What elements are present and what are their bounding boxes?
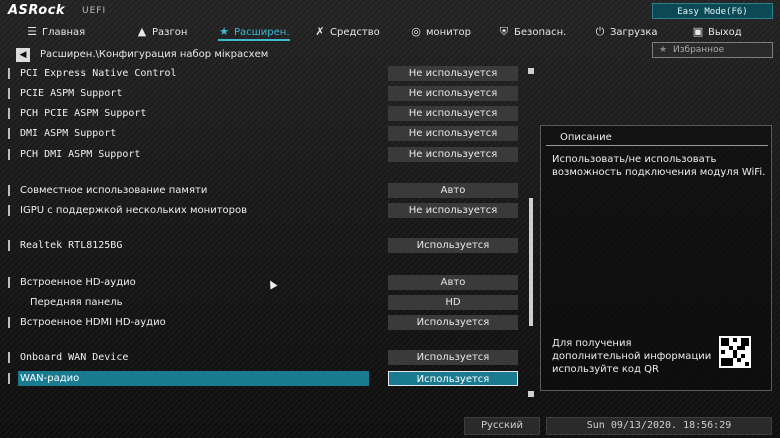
setting-onboard-hdmi-audio[interactable]: Встроенное HDMI HD-аудио Используется bbox=[8, 315, 520, 330]
setting-onboard-wan-device[interactable]: Onboard WAN Device Используется bbox=[8, 350, 520, 365]
tab-advanced[interactable]: ★ Расширен. bbox=[218, 22, 290, 41]
tab-security[interactable]: ⛨ Безопасн. bbox=[498, 22, 566, 41]
setting-value[interactable]: Не используется bbox=[388, 66, 518, 81]
flame-icon: ▲ bbox=[137, 25, 147, 38]
setting-label: Встроенное HDMI HD-аудио bbox=[20, 317, 166, 328]
setting-label: Встроенное HD-аудио bbox=[20, 277, 136, 288]
star-icon: ★ bbox=[219, 25, 229, 38]
description-text: Использовать/не использовать возможность… bbox=[552, 154, 766, 178]
setting-pch-dmi-aspm[interactable]: PCH DMI ASPM Support Не используется bbox=[8, 147, 520, 162]
language-button[interactable]: Русский bbox=[464, 417, 540, 435]
setting-pcie-native-control[interactable]: PCI Express Native Control Не использует… bbox=[8, 66, 520, 81]
setting-value[interactable]: Не используется bbox=[388, 106, 518, 121]
qr-hint-text: Для получения дополнительной информации … bbox=[552, 338, 712, 375]
power-icon: ⏻ bbox=[595, 25, 605, 38]
exit-icon: ▣ bbox=[692, 25, 704, 38]
row-marker bbox=[8, 352, 10, 363]
setting-value[interactable]: Не используется bbox=[388, 147, 518, 162]
row-marker bbox=[8, 68, 10, 79]
row-marker bbox=[8, 317, 10, 328]
tools-icon: ✗ bbox=[315, 25, 325, 38]
tab-boot[interactable]: ⏻ Загрузка bbox=[594, 22, 658, 41]
tab-label: Выход bbox=[708, 27, 742, 38]
setting-label: PCI Express Native Control bbox=[20, 68, 177, 79]
setting-label: WAN-радио bbox=[20, 373, 80, 384]
tab-label: Средство bbox=[330, 27, 380, 38]
setting-label: PCH DMI ASPM Support bbox=[20, 149, 141, 160]
top-nav: ☰ Главная ▲ Разгон ★ Расширен. ✗ Средство ◎ м… bbox=[0, 22, 780, 41]
setting-label: Realtek RTL8125BG bbox=[20, 240, 123, 251]
breadcrumb: Расширен.\Конфигурация набор мікрасхем bbox=[40, 49, 269, 60]
tab-label: Безопасн. bbox=[514, 27, 567, 38]
tab-oc-tweaker[interactable]: ▲ Разгон bbox=[136, 22, 188, 41]
row-marker bbox=[8, 373, 10, 384]
setting-value[interactable]: Используется bbox=[388, 315, 518, 330]
setting-label: PCH PCIE ASPM Support bbox=[20, 108, 147, 119]
setting-front-panel[interactable]: Передняя панель HD bbox=[8, 295, 520, 310]
row-marker bbox=[8, 108, 10, 119]
setting-onboard-hd-audio[interactable]: Встроенное HD-аудио Авто bbox=[8, 275, 520, 290]
setting-value[interactable]: Не используется bbox=[388, 203, 518, 218]
uefi-label: UEFI bbox=[82, 6, 107, 16]
scroll-up-button[interactable] bbox=[528, 68, 534, 74]
setting-value[interactable]: Авто bbox=[388, 183, 518, 198]
setting-pch-pcie-aspm[interactable]: PCH PCIE ASPM Support Не используется bbox=[8, 106, 520, 121]
setting-pcie-aspm[interactable]: PCIE ASPM Support Не используется bbox=[8, 86, 520, 101]
tab-hw-monitor[interactable]: ◎ монитор bbox=[410, 22, 471, 41]
row-marker bbox=[8, 149, 10, 160]
setting-igpu-multi-monitor[interactable]: IGPU с поддержкой нескольких мониторов Н… bbox=[8, 203, 520, 218]
tab-exit[interactable]: ▣ Выход bbox=[692, 22, 742, 41]
asrock-logo: ASRock bbox=[8, 3, 66, 18]
row-marker bbox=[8, 240, 10, 251]
list-icon: ☰ bbox=[27, 25, 37, 38]
setting-label: IGPU с поддержкой нескольких мониторов bbox=[20, 205, 248, 216]
setting-dmi-aspm[interactable]: DMI ASPM Support Не используется bbox=[8, 126, 520, 141]
datetime-display: Sun 09/13/2020. 18:56:29 bbox=[546, 417, 772, 435]
setting-wan-radio[interactable]: WAN-радио Используется bbox=[8, 371, 520, 386]
back-button[interactable]: ◀ bbox=[16, 48, 30, 62]
scrollbar-thumb[interactable] bbox=[529, 198, 533, 326]
setting-realtek-lan[interactable]: Realtek RTL8125BG Используется bbox=[8, 238, 520, 253]
setting-value[interactable]: Не используется bbox=[388, 86, 518, 101]
shield-icon: ⛨ bbox=[499, 25, 509, 38]
tab-main[interactable]: ☰ Главная bbox=[26, 22, 85, 41]
chevron-left-icon: ◀ bbox=[19, 50, 27, 60]
description-title: Описание bbox=[546, 130, 768, 146]
setting-value[interactable]: Авто bbox=[388, 275, 518, 290]
tab-label: Разгон bbox=[152, 27, 188, 38]
monitor-icon: ◎ bbox=[411, 25, 421, 38]
row-marker bbox=[8, 185, 10, 196]
setting-label: DMI ASPM Support bbox=[20, 128, 117, 139]
star-icon: ★ bbox=[658, 45, 668, 55]
tab-label: монитор bbox=[426, 27, 471, 38]
easy-mode-button[interactable]: Easy Mode(F6) bbox=[652, 3, 773, 19]
setting-value[interactable]: Используется bbox=[388, 350, 518, 365]
setting-value[interactable]: Не используется bbox=[388, 126, 518, 141]
tab-label: Расширен. bbox=[234, 27, 290, 38]
row-marker bbox=[8, 88, 10, 99]
tab-label: Загрузка bbox=[610, 27, 658, 38]
qr-code-icon bbox=[721, 338, 749, 366]
setting-label: Onboard WAN Device bbox=[20, 352, 129, 363]
tab-label: Главная bbox=[42, 27, 86, 38]
setting-label: PCIE ASPM Support bbox=[20, 88, 123, 99]
favorites-button[interactable]: ★ Избранное bbox=[652, 42, 773, 58]
setting-share-memory[interactable]: Совместное использование памяти Авто bbox=[8, 183, 520, 198]
scroll-down-button[interactable] bbox=[528, 391, 534, 397]
setting-value[interactable]: HD bbox=[388, 295, 518, 310]
favorites-label: Избранное bbox=[673, 45, 725, 55]
row-marker bbox=[8, 128, 10, 139]
setting-label: Передняя панель bbox=[30, 297, 123, 308]
row-marker bbox=[8, 277, 10, 288]
qr-code bbox=[719, 336, 751, 368]
setting-value[interactable]: Используется bbox=[388, 238, 518, 253]
setting-value[interactable]: Используется bbox=[388, 371, 518, 386]
row-marker bbox=[8, 205, 10, 216]
setting-label: Совместное использование памяти bbox=[20, 185, 208, 196]
tab-tool[interactable]: ✗ Средство bbox=[314, 22, 380, 41]
